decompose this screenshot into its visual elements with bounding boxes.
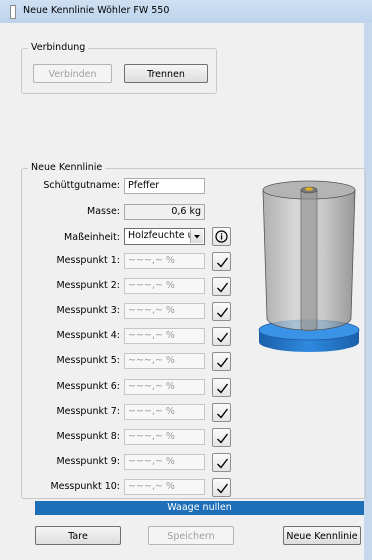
checkmark-icon <box>217 458 229 469</box>
chevron-down-icon[interactable] <box>190 230 203 243</box>
unit-select[interactable]: Holzfeuchte u <box>124 228 205 245</box>
measurement-point-input[interactable]: ~~~,~ % <box>124 278 205 294</box>
save-button[interactable]: Speichern <box>148 526 234 545</box>
confirm-measurement-button[interactable] <box>212 302 231 321</box>
tare-button[interactable]: Tare <box>35 526 121 545</box>
title-bar: Neue Kennlinie Wöhler FW 550 <box>0 0 372 23</box>
confirm-measurement-button[interactable] <box>212 378 231 397</box>
confirm-measurement-button[interactable] <box>212 478 231 497</box>
connection-group-legend: Verbindung <box>28 42 89 53</box>
window-icon <box>10 5 16 19</box>
checkmark-icon <box>217 433 229 444</box>
measurement-point-input[interactable]: ~~~,~ % <box>124 353 205 369</box>
measurement-point-input[interactable]: ~~~,~ % <box>124 404 205 420</box>
measurement-point-label: Messpunkt 7: <box>56 406 120 417</box>
checkmark-icon <box>217 408 229 419</box>
window-title: Neue Kennlinie Wöhler FW 550 <box>23 5 170 16</box>
application-window: Neue Kennlinie Wöhler FW 550 Verbindung … <box>0 0 372 560</box>
product-name-label: Schüttgutname: <box>43 180 120 191</box>
checkmark-icon <box>217 383 229 394</box>
measurement-point-label: Messpunkt 3: <box>56 305 120 316</box>
measurement-point-label: Messpunkt 9: <box>56 456 120 467</box>
measurement-point-input[interactable]: ~~~,~ % <box>124 303 205 319</box>
confirm-measurement-button[interactable] <box>212 403 231 422</box>
measurement-point-input[interactable]: ~~~,~ % <box>124 253 205 269</box>
confirm-measurement-button[interactable] <box>212 428 231 447</box>
progress-text: Waage nullen <box>167 502 232 513</box>
curve-group-legend: Neue Kennlinie <box>28 162 106 173</box>
measurement-point-label: Messpunkt 2: <box>56 280 120 291</box>
confirm-measurement-button[interactable] <box>212 352 231 371</box>
confirm-measurement-button[interactable] <box>212 277 231 296</box>
measurement-point-input[interactable]: ~~~,~ % <box>124 479 205 495</box>
unit-select-value: Holzfeuchte u <box>128 230 194 241</box>
checkmark-icon <box>217 483 229 494</box>
measurement-point-input[interactable]: ~~~,~ % <box>124 429 205 445</box>
mass-label: Masse: <box>87 206 120 217</box>
disconnect-button[interactable]: Trennen <box>124 64 208 83</box>
info-icon <box>215 230 228 243</box>
checkmark-icon <box>217 307 229 318</box>
confirm-measurement-button[interactable] <box>212 453 231 472</box>
measurement-point-input[interactable]: ~~~,~ % <box>124 454 205 470</box>
measurement-point-label: Messpunkt 1: <box>56 255 120 266</box>
measurement-point-input[interactable]: ~~~,~ % <box>124 328 205 344</box>
measurement-point-label: Messpunkt 4: <box>56 330 120 341</box>
confirm-measurement-button[interactable] <box>212 327 231 346</box>
checkmark-icon <box>217 357 229 368</box>
unit-label: Maßeinheit: <box>64 232 120 243</box>
checkmark-icon <box>217 332 229 343</box>
measurement-point-label: Messpunkt 6: <box>56 381 120 392</box>
measurement-point-label: Messpunkt 5: <box>56 355 120 366</box>
new-curve-button[interactable]: Neue Kennlinie <box>283 526 361 545</box>
info-button[interactable] <box>212 227 231 246</box>
measurement-point-label: Messpunkt 10: <box>50 481 120 492</box>
checkmark-icon <box>217 257 229 268</box>
mass-value: 0,6 kg <box>124 204 205 220</box>
sample-container-illustration <box>258 180 360 352</box>
measurement-point-input[interactable]: ~~~,~ % <box>124 379 205 395</box>
confirm-measurement-button[interactable] <box>212 252 231 271</box>
product-name-input[interactable]: Pfeffer <box>124 178 205 194</box>
checkmark-icon <box>217 282 229 293</box>
status-progress-bar: Waage nullen <box>35 501 364 515</box>
measurement-point-label: Messpunkt 8: <box>56 431 120 442</box>
connect-button[interactable]: Verbinden <box>33 64 112 83</box>
